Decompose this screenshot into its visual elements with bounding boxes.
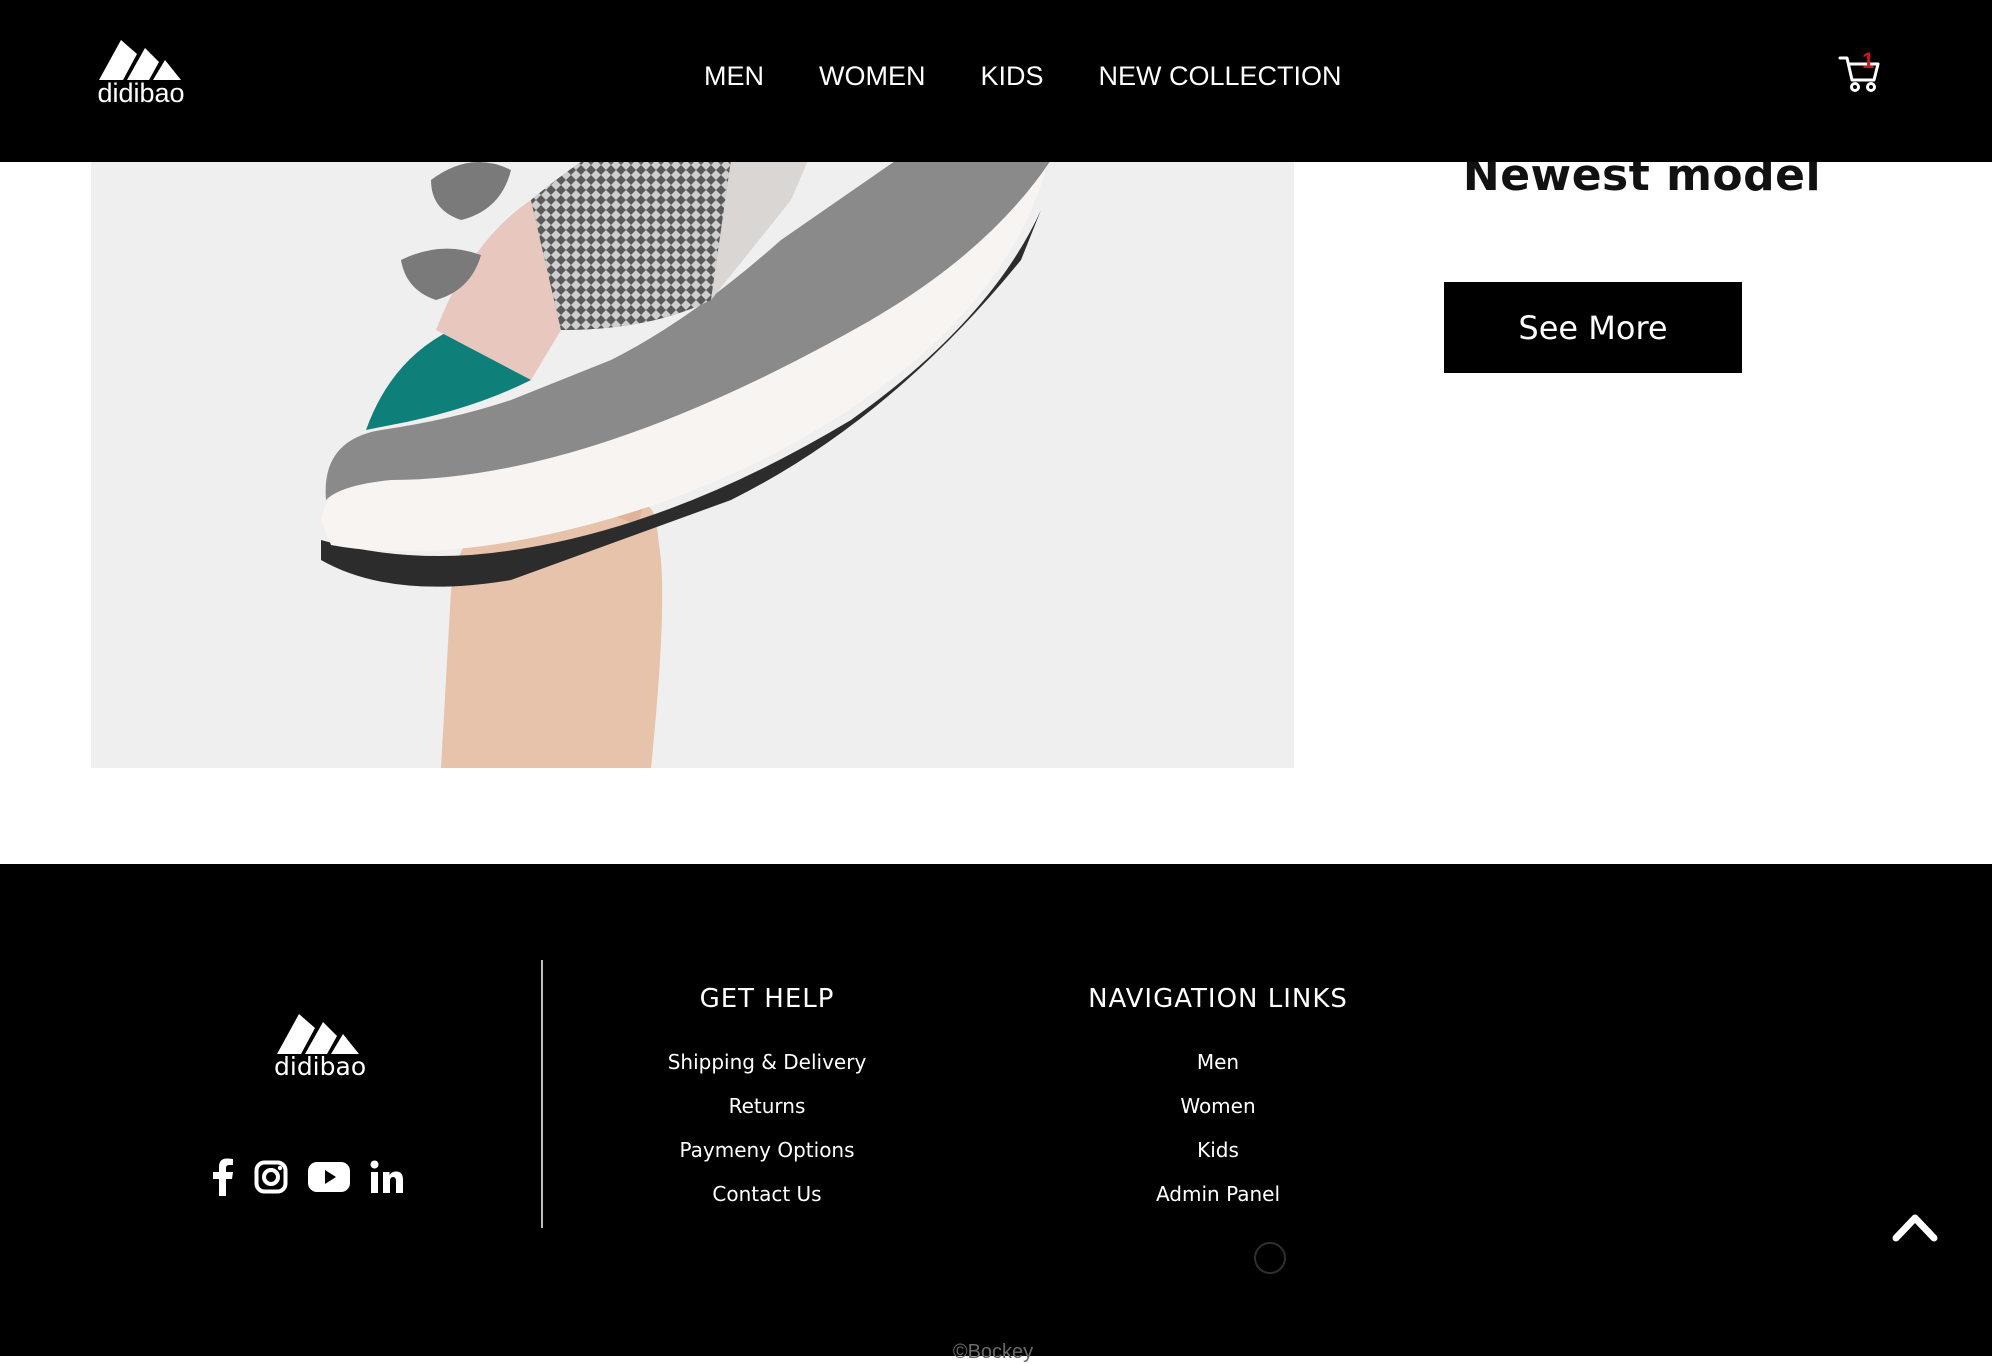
brand-name: didibao: [97, 78, 185, 108]
see-more-button[interactable]: See More: [1444, 282, 1742, 373]
logo-mark-icon: [277, 1014, 359, 1054]
logo-mark-icon: [99, 40, 181, 80]
instagram-icon[interactable]: [254, 1160, 288, 1194]
nav-item-new-collection[interactable]: NEW COLLECTION: [1099, 58, 1342, 94]
nav-item-kids[interactable]: KIDS: [980, 58, 1043, 94]
linkedin-icon[interactable]: [370, 1160, 404, 1194]
footer-brand-name: didibao: [274, 1052, 367, 1081]
get-help-column: GET HELP Shipping & Delivery Returns Pay…: [617, 984, 917, 1226]
footer-link-payment-options[interactable]: Paymeny Options: [617, 1138, 917, 1162]
youtube-icon[interactable]: [308, 1162, 350, 1192]
footer-link-women[interactable]: Women: [1068, 1094, 1368, 1118]
footer-link-men[interactable]: Men: [1068, 1050, 1368, 1074]
footer-divider: [541, 960, 543, 1228]
cart-icon: [1838, 56, 1880, 92]
cart-button[interactable]: 1: [1838, 50, 1886, 96]
navigation-links-column: NAVIGATION LINKS Men Women Kids Admin Pa…: [1068, 984, 1368, 1226]
chevron-up-icon: [1892, 1214, 1938, 1242]
footer-link-returns[interactable]: Returns: [617, 1094, 917, 1118]
site-footer: didibao GET HELP Shipping & Delivery Ret…: [0, 864, 1992, 1363]
footer-link-admin-panel[interactable]: Admin Panel: [1068, 1182, 1368, 1206]
facebook-icon[interactable]: [212, 1158, 234, 1196]
nav-item-women[interactable]: WOMEN: [819, 58, 925, 94]
back-to-top-button[interactable]: [1892, 1210, 1942, 1250]
main-nav: MEN WOMEN KIDS NEW COLLECTION: [704, 58, 1342, 94]
navigation-links-heading: NAVIGATION LINKS: [1088, 984, 1348, 1014]
circle-marker: [1254, 1242, 1286, 1274]
social-links: [212, 1158, 404, 1196]
footer-logo[interactable]: didibao: [274, 1010, 367, 1082]
footer-link-shipping[interactable]: Shipping & Delivery: [617, 1050, 917, 1074]
site-header: didibao MEN WOMEN KIDS NEW COLLECTION 1: [0, 0, 1992, 162]
footer-link-kids[interactable]: Kids: [1068, 1138, 1368, 1162]
footer-link-contact-us[interactable]: Contact Us: [617, 1182, 917, 1206]
cart-count-badge: 1: [1862, 48, 1875, 73]
get-help-heading: GET HELP: [699, 984, 835, 1014]
copyright-text: ©Bockey: [952, 1341, 1034, 1363]
nav-item-men[interactable]: MEN: [704, 58, 764, 94]
brand-logo[interactable]: didibao: [96, 36, 186, 108]
